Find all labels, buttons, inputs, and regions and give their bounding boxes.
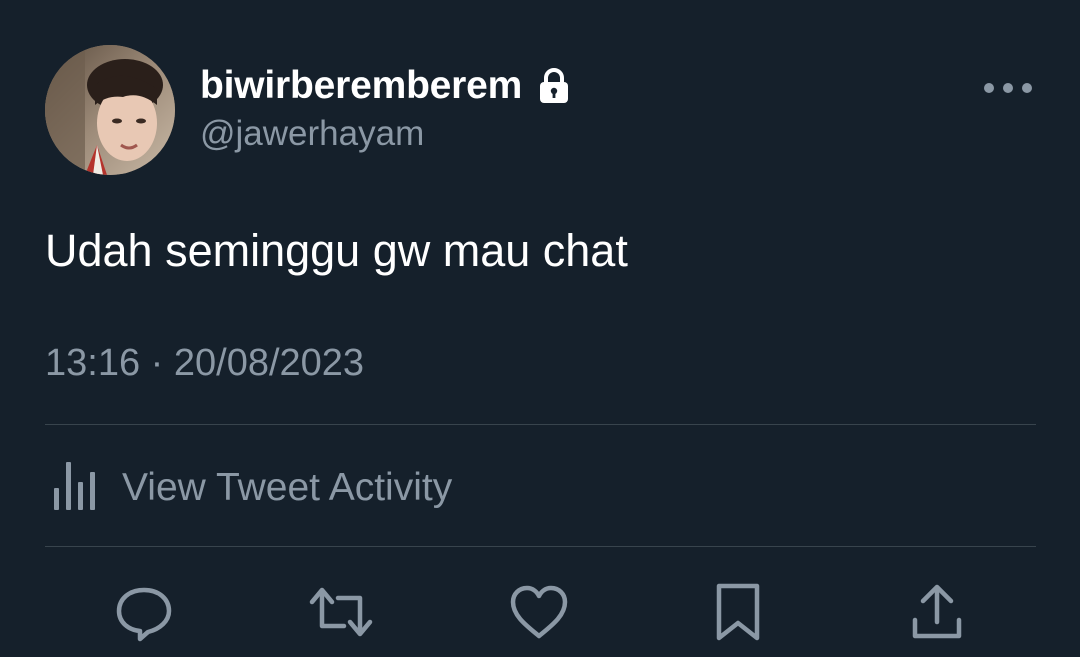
bar-chart-icon [52,458,100,519]
retweet-icon [308,582,374,647]
retweet-button[interactable] [309,582,373,646]
user-handle[interactable]: @jawerhayam [200,114,424,154]
divider [45,424,1036,425]
lock-icon [538,68,570,104]
view-tweet-activity-label: View Tweet Activity [122,466,453,509]
display-name[interactable]: biwirberemberem [200,64,522,108]
tweet-detail: biwirberemberem @jawerhayam Udah semingg… [0,0,1080,657]
view-tweet-activity-button[interactable]: View Tweet Activity [52,458,452,518]
share-icon [909,582,965,647]
tweet-timestamp[interactable]: 13:16 · 20/08/2023 [45,342,364,385]
tweet-text: Udah seminggu gw mau chat [45,225,628,276]
more-dots-icon[interactable] [980,78,1036,98]
bookmark-icon [713,582,763,647]
reply-button[interactable] [112,582,176,646]
divider [45,546,1036,547]
avatar[interactable] [45,45,175,175]
name-row: biwirberemberem [200,64,570,108]
bookmark-button[interactable] [706,582,770,646]
like-button[interactable] [507,582,571,646]
heart-icon [509,584,569,645]
reply-icon [114,582,174,647]
action-bar [0,582,1080,646]
share-button[interactable] [905,582,969,646]
